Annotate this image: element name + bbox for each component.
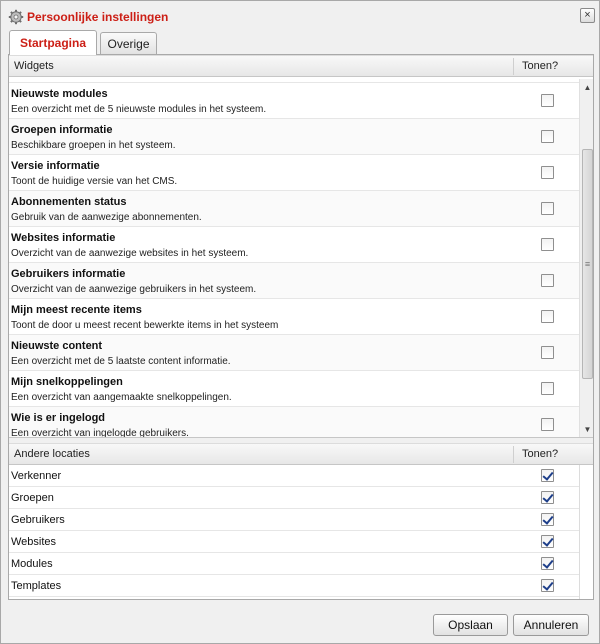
widget-description: Een overzicht met de 5 nieuwste modules … <box>11 104 267 115</box>
widget-description: Een overzicht van aangemaakte snelkoppel… <box>11 392 232 403</box>
widget-title: Wie is er ingelogd <box>11 412 106 424</box>
widget-description: Overzicht van de aanwezige gebruikers in… <box>11 284 257 295</box>
column-divider <box>579 465 580 599</box>
widget-row: Gebruikers informatie Overzicht van de a… <box>9 263 579 299</box>
locations-column-header[interactable]: Andere locaties <box>14 448 90 460</box>
location-label: Groepen <box>11 492 54 504</box>
tab-startpagina[interactable]: Startpagina <box>9 30 97 55</box>
widget-title: Nieuwste content <box>11 340 103 352</box>
widget-description: Beschikbare groepen in het systeem. <box>11 140 176 151</box>
widgets-column-header[interactable]: Widgets <box>14 60 54 72</box>
widget-description: Toont de huidige versie van het CMS. <box>11 176 178 187</box>
widget-title: Gebruikers informatie <box>11 268 126 280</box>
tab-panel: Widgets Tonen? Nieuwste modules Een over… <box>8 54 594 600</box>
location-label: Modules <box>11 558 53 570</box>
widget-title: Groepen informatie <box>11 124 113 136</box>
location-show-checkbox[interactable] <box>541 469 554 482</box>
location-show-checkbox[interactable] <box>541 513 554 526</box>
widget-row: Mijn meest recente items Toont de door u… <box>9 299 579 335</box>
widget-row: Versie informatie Toont de huidige versi… <box>9 155 579 191</box>
widget-row: Websites informatie Overzicht van de aan… <box>9 227 579 263</box>
location-row: Groepen <box>9 487 579 509</box>
widget-title: Mijn snelkoppelingen <box>11 376 123 388</box>
widget-row: Abonnementen status Gebruik van de aanwe… <box>9 191 579 227</box>
cancel-button[interactable]: Annuleren <box>513 614 589 636</box>
widget-description: Overzicht van de aanwezige websites in h… <box>11 248 249 259</box>
widget-row: Wie is er ingelogd Een overzicht van ing… <box>9 407 579 437</box>
widget-description: Een overzicht van ingelogde gebruikers. <box>11 428 189 437</box>
widget-show-checkbox[interactable] <box>541 418 554 431</box>
location-label: Templates <box>11 580 62 592</box>
widget-show-checkbox[interactable] <box>541 274 554 287</box>
widget-title: Nieuwste modules <box>11 88 108 100</box>
widget-show-checkbox[interactable] <box>541 382 554 395</box>
show-column-header[interactable]: Tonen? <box>522 448 558 460</box>
scroll-up-arrow-icon[interactable]: ▲ <box>580 79 593 95</box>
column-divider <box>513 446 514 463</box>
widget-row: Nieuwste modules Een overzicht met de 5 … <box>9 83 579 119</box>
widget-show-checkbox[interactable] <box>541 94 554 107</box>
location-row: Verkenner <box>9 465 579 487</box>
show-column-header[interactable]: Tonen? <box>522 60 558 72</box>
scrollbar-thumb[interactable]: ≡ <box>582 149 593 379</box>
location-show-checkbox[interactable] <box>541 535 554 548</box>
widget-show-checkbox[interactable] <box>541 130 554 143</box>
widget-title: Versie informatie <box>11 160 100 172</box>
widgets-scrollbar[interactable]: ▲ ≡ ▼ <box>579 79 593 437</box>
location-row: Modules <box>9 553 579 575</box>
location-label: Websites <box>11 536 57 548</box>
location-label: Verkenner <box>11 470 62 482</box>
widget-title: Abonnementen status <box>11 196 127 208</box>
location-show-checkbox[interactable] <box>541 491 554 504</box>
locations-grid-header: Andere locaties Tonen? <box>9 443 593 465</box>
location-row: Templates <box>9 575 579 597</box>
widget-show-checkbox[interactable] <box>541 238 554 251</box>
widget-show-checkbox[interactable] <box>541 202 554 215</box>
dialog-title: Persoonlijke instellingen <box>27 10 169 24</box>
location-show-checkbox[interactable] <box>541 579 554 592</box>
widget-show-checkbox[interactable] <box>541 346 554 359</box>
widget-description: Gebruik van de aanwezige abonnementen. <box>11 212 202 223</box>
tab-overige[interactable]: Overige <box>100 32 157 54</box>
widget-title: Mijn meest recente items <box>11 304 142 316</box>
widget-title: Websites informatie <box>11 232 116 244</box>
widget-show-checkbox[interactable] <box>541 310 554 323</box>
widget-show-checkbox[interactable] <box>541 166 554 179</box>
location-show-checkbox[interactable] <box>541 557 554 570</box>
gear-icon <box>8 9 24 25</box>
save-button[interactable]: Opslaan <box>433 614 508 636</box>
scroll-down-arrow-icon[interactable]: ▼ <box>580 421 593 437</box>
location-label: Gebruikers <box>11 514 65 526</box>
close-button[interactable]: × <box>580 8 595 23</box>
column-divider <box>513 58 514 75</box>
widget-row: Groepen informatie Beschikbare groepen i… <box>9 119 579 155</box>
settings-dialog: Persoonlijke instellingen × Startpagina … <box>0 0 600 644</box>
widget-description: Een overzicht met de 5 laatste content i… <box>11 356 231 367</box>
close-icon: × <box>584 9 591 21</box>
widget-row: Nieuwste content Een overzicht met de 5 … <box>9 335 579 371</box>
widget-description: Toont de door u meest recent bewerkte it… <box>11 320 279 331</box>
location-row: Websites <box>9 531 579 553</box>
widgets-list: Nieuwste modules Een overzicht met de 5 … <box>9 79 593 437</box>
widget-row: Mijn snelkoppelingen Een overzicht van a… <box>9 371 579 407</box>
widgets-grid-header: Widgets Tonen? <box>9 55 593 77</box>
location-row: Gebruikers <box>9 509 579 531</box>
dialog-titlebar: Persoonlijke instellingen × <box>1 1 599 31</box>
